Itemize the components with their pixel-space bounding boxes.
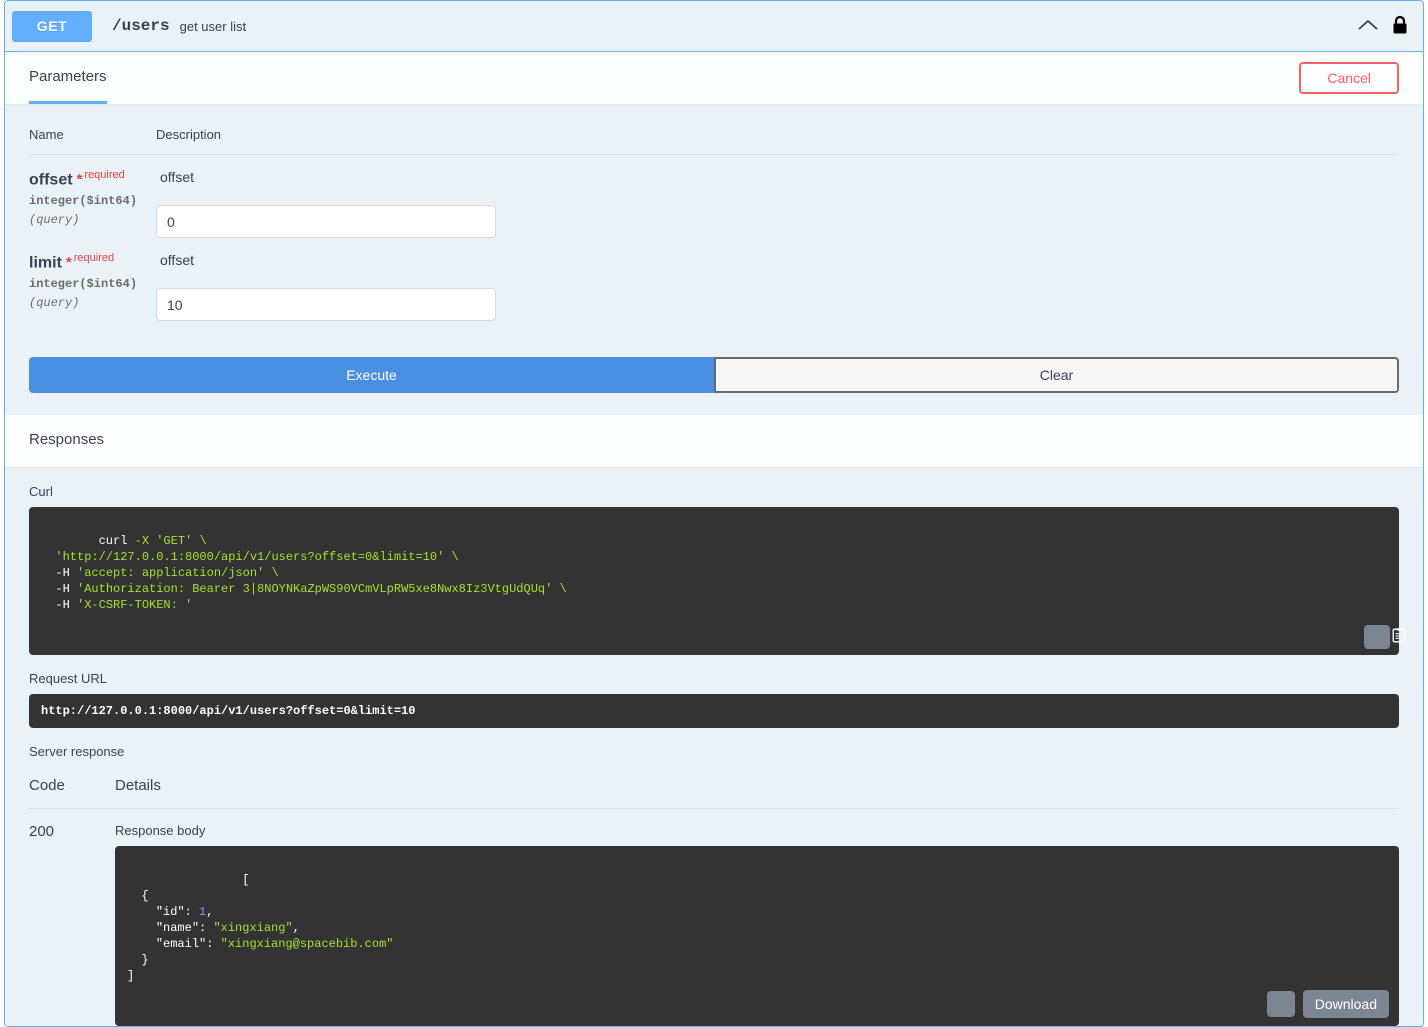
responses-title: Responses — [29, 431, 105, 448]
parameter-input-offset[interactable] — [156, 205, 496, 238]
responses-body: Curl curl -X 'GET' \ 'http://127.0.0.1:8… — [5, 468, 1423, 1026]
lock-icon — [1391, 15, 1409, 38]
parameter-name-cell-offset: offset * required integer($int64) (query) — [29, 155, 156, 239]
response-body-text: [ { "id": 1, "name": "xingxiang", "email… — [127, 873, 394, 983]
curl-label: Curl — [29, 484, 53, 499]
execute-button[interactable]: Execute — [29, 357, 714, 393]
request-url-block: http://127.0.0.1:8000/api/v1/users?offse… — [29, 694, 1399, 728]
table-row: limit * required integer($int64) (query) o… — [29, 238, 1399, 321]
tab-parameters[interactable]: Parameters — [29, 52, 107, 104]
response-body-block: [ { "id": 1, "name": "xingxiang", "email… — [115, 846, 1399, 1026]
table-row: offset * required integer($int64) (query) … — [29, 155, 1399, 239]
authorize-lock-button[interactable] — [1385, 15, 1415, 38]
clear-button[interactable]: Clear — [714, 357, 1399, 393]
required-star-icon: * — [76, 171, 83, 189]
operation-summary-text: get user list — [179, 18, 247, 34]
download-button[interactable]: Download — [1302, 990, 1389, 1018]
http-method-badge: GET — [12, 10, 92, 42]
request-url-label: Request URL — [29, 671, 108, 686]
execute-button-row: Execute Clear — [29, 357, 1399, 415]
operation-body: Parameters Cancel Name Description offse… — [5, 52, 1423, 1026]
parameter-type-offset: integer($int64) — [29, 194, 138, 209]
parameters-table-wrapper: Name Description offset * required integer… — [5, 105, 1423, 321]
cancel-button[interactable]: Cancel — [1299, 62, 1399, 94]
required-star-icon: * — [65, 254, 72, 272]
parameter-input-limit[interactable] — [156, 288, 496, 321]
operation-summary-bar[interactable]: GET /users get user list — [5, 1, 1423, 52]
required-label-limit: required — [73, 252, 115, 264]
copy-icon — [1348, 613, 1406, 661]
column-header-details: Details — [115, 767, 1399, 809]
copy-curl-button[interactable] — [1364, 625, 1406, 649]
response-details-cell: Response body [ { "id": 1, "name": "xing… — [115, 809, 1399, 1026]
response-code-cell: 200 — [29, 823, 55, 840]
parameter-description-offset: offset — [160, 169, 194, 185]
server-response-label: Server response — [29, 744, 125, 759]
collapse-toggle-button[interactable] — [1351, 18, 1385, 35]
curl-command-text: curl -X 'GET' \ 'http://127.0.0.1:8000/a… — [55, 534, 567, 612]
column-header-name: Name — [29, 121, 156, 155]
response-body-label: Response body — [115, 823, 206, 838]
curl-code-block: curl -X 'GET' \ 'http://127.0.0.1:8000/a… — [29, 507, 1406, 655]
parameter-name-cell-limit: limit * required integer($int64) (query) — [29, 238, 156, 321]
operation-path: /users — [112, 17, 170, 35]
responses-header: Responses — [5, 415, 1423, 468]
copy-response-button[interactable] — [1266, 991, 1328, 1017]
parameter-description-cell-offset: offset — [156, 155, 1399, 238]
parameter-type-limit: integer($int64) — [29, 277, 138, 292]
server-response-table: Code Details 200 Response body [ { "id":… — [29, 767, 1399, 1026]
response-body-actions: Download — [1266, 990, 1389, 1018]
parameter-location-limit: (query) — [29, 296, 80, 311]
column-header-description: Description — [156, 121, 1399, 155]
response-table-head-row: Code Details — [29, 767, 1399, 809]
parameters-table: Name Description offset * required integer… — [29, 121, 1399, 321]
parameter-description-cell-limit: offset — [156, 238, 1399, 321]
required-label-offset: required — [84, 169, 125, 181]
parameter-description-limit: offset — [160, 252, 194, 268]
table-row: 200 Response body [ { "id": 1, "name": "… — [29, 809, 1399, 1026]
chevron-up-icon — [1357, 18, 1379, 35]
operation-block: GET /users get user list Parameters Canc… — [4, 0, 1424, 1027]
parameters-header: Parameters Cancel — [5, 52, 1423, 105]
column-header-code: Code — [29, 767, 115, 809]
parameters-table-head-row: Name Description — [29, 121, 1399, 155]
parameter-name-offset: offset — [29, 171, 73, 189]
parameter-name-limit: limit — [29, 254, 62, 272]
parameter-location-offset: (query) — [29, 213, 80, 228]
